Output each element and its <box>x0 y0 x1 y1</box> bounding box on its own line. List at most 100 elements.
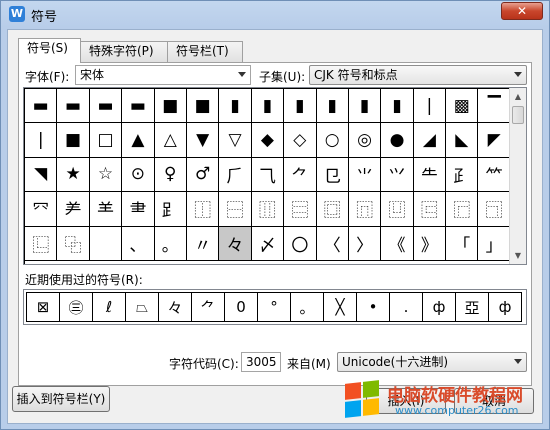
symbol-cell[interactable]: △ <box>154 123 187 158</box>
symbol-cell[interactable]: ◎ <box>348 123 382 158</box>
symbol-cell[interactable]: ⺷ <box>89 192 123 227</box>
symbol-cell[interactable]: ⺶ <box>57 192 90 227</box>
symbol-cell[interactable]: ▬ <box>122 89 155 124</box>
symbol-cell[interactable]: ▮ <box>284 89 317 124</box>
font-select[interactable]: 宋体 <box>75 65 251 85</box>
symbol-cell[interactable]: ⊙ <box>122 157 155 193</box>
symbol-cell[interactable]: ◥ <box>25 157 58 193</box>
symbol-cell[interactable]: ⺧ <box>413 157 447 193</box>
symbol-cell[interactable]: ⺋ <box>316 157 349 193</box>
symbol-cell[interactable]: ⺍ <box>381 157 414 193</box>
symbol-cell[interactable]: 「 <box>446 226 479 261</box>
symbol-cell[interactable]: ◤ <box>478 123 511 158</box>
recent-symbol-cell[interactable]: ⊠ <box>27 293 60 322</box>
symbol-cell[interactable]: ▔ <box>478 89 511 124</box>
symbol-cell[interactable]: ● <box>381 123 414 158</box>
recent-symbol-cell[interactable]: 々 <box>159 293 192 322</box>
recent-symbol-cell[interactable]: ⏢ <box>126 293 159 322</box>
symbol-cell[interactable]: ⺪ <box>446 157 479 193</box>
symbol-cell[interactable]: ⺮ <box>478 157 511 193</box>
symbol-cell[interactable]: ▲ <box>122 123 155 158</box>
symbol-cell[interactable]: ▮ <box>251 89 285 124</box>
symbol-cell[interactable]: 》 <box>413 226 447 261</box>
symbol-cell[interactable]: 〈 <box>316 226 349 261</box>
symbol-cell[interactable]: ⿴ <box>316 192 349 227</box>
symbol-cell[interactable]: 《 <box>381 226 414 261</box>
symbol-cell[interactable]: ▬ <box>89 89 123 124</box>
symbol-cell[interactable]: ▬ <box>25 89 58 124</box>
symbol-cell[interactable]: 〇 <box>284 226 317 261</box>
symbol-cell[interactable]: ⿳ <box>284 192 317 227</box>
symbol-cell[interactable]: ⿵ <box>348 192 382 227</box>
recent-symbol-cell[interactable]: • <box>357 293 390 322</box>
recent-symbol-cell[interactable]: ° <box>258 293 291 322</box>
symbol-cell[interactable]: ⺌ <box>348 157 382 193</box>
symbol-cell[interactable]: ⺻ <box>122 192 155 227</box>
recent-symbol-cell[interactable]: ㊂ <box>60 293 93 322</box>
scroll-down-icon[interactable]: ▼ <box>510 247 526 264</box>
symbol-cell[interactable]: ⿹ <box>478 192 511 227</box>
symbol-cell[interactable]: 〆 <box>251 226 285 261</box>
symbol-cell[interactable]: ⿰ <box>186 192 220 227</box>
symbol-cell[interactable]: ▮ <box>219 89 252 124</box>
symbol-cell[interactable]: ⿸ <box>446 192 479 227</box>
symbol-cell[interactable] <box>89 226 123 261</box>
char-code-input[interactable]: 3005 <box>241 352 281 372</box>
recent-symbol-cell[interactable]: ⺈ <box>192 293 225 322</box>
symbol-cell[interactable]: 。 <box>154 226 187 261</box>
symbol-cell[interactable]: □ <box>89 123 123 158</box>
vertical-scrollbar[interactable]: ▲ ▼ <box>509 88 526 264</box>
recent-symbol-cell[interactable]: ф <box>423 293 456 322</box>
symbol-cell[interactable]: 、 <box>122 226 155 261</box>
symbol-cell[interactable]: | <box>413 89 447 124</box>
symbol-cell[interactable]: ⿲ <box>251 192 285 227</box>
symbol-cell[interactable]: ■ <box>57 123 90 158</box>
insert-to-symbol-bar-button[interactable]: 插入到符号栏(Y) <box>12 386 110 412</box>
symbol-cell[interactable]: 〉 <box>348 226 382 261</box>
symbol-cell[interactable]: ⻊ <box>154 192 187 227</box>
recent-symbol-cell[interactable]: 。 <box>291 293 324 322</box>
symbol-cell[interactable]: ⺄ <box>251 157 285 193</box>
recent-symbol-cell[interactable]: 亞 <box>456 293 489 322</box>
symbol-cell[interactable]: ♀ <box>154 157 187 193</box>
symbol-cell[interactable]: | <box>25 123 58 158</box>
symbol-cell[interactable]: ⿶ <box>381 192 414 227</box>
scroll-thumb[interactable] <box>512 106 524 124</box>
symbol-cell[interactable]: ★ <box>57 157 90 193</box>
symbol-cell[interactable]: ◢ <box>413 123 447 158</box>
tab-special-chars[interactable]: 特殊字符(P) <box>80 41 168 62</box>
recent-symbol-cell[interactable]: ℓ <box>93 293 126 322</box>
symbol-cell[interactable]: ⿷ <box>413 192 447 227</box>
symbol-cell[interactable]: ◆ <box>251 123 285 158</box>
recent-symbol-cell[interactable]: . <box>390 293 423 322</box>
symbol-cell[interactable]: ☆ <box>89 157 123 193</box>
tab-symbol-bar[interactable]: 符号栏(T) <box>167 41 243 62</box>
symbol-cell[interactable]: ▮ <box>381 89 414 124</box>
symbol-cell[interactable]: ◣ <box>446 123 479 158</box>
symbol-cell[interactable]: ♂ <box>186 157 220 193</box>
symbol-cell[interactable]: ⺈ <box>284 157 317 193</box>
symbol-cell[interactable]: ▮ <box>316 89 349 124</box>
symbol-cell[interactable]: ⿻ <box>57 226 90 261</box>
symbol-cell[interactable]: ○ <box>316 123 349 158</box>
symbol-cell[interactable]: 」 <box>478 226 511 261</box>
subset-select[interactable]: CJK 符号和标点 <box>309 65 527 85</box>
symbol-cell[interactable]: ■ <box>154 89 187 124</box>
symbol-cell[interactable]: ⿱ <box>219 192 252 227</box>
scroll-up-icon[interactable]: ▲ <box>510 88 526 105</box>
recent-symbol-cell[interactable]: 0 <box>225 293 258 322</box>
symbol-cell[interactable]: ⺁ <box>219 157 252 193</box>
symbol-cell[interactable]: ◇ <box>284 123 317 158</box>
symbol-cell[interactable]: ⿺ <box>25 226 58 261</box>
recent-symbol-cell[interactable]: ф <box>489 293 522 322</box>
symbol-cell[interactable]: ■ <box>186 89 220 124</box>
symbol-cell[interactable]: 〃 <box>186 226 220 261</box>
close-button[interactable]: ✕ <box>501 2 543 20</box>
from-select[interactable]: Unicode(十六进制) <box>337 352 527 372</box>
symbol-cell[interactable]: ▼ <box>186 123 220 158</box>
symbol-cell[interactable]: ▮ <box>348 89 382 124</box>
symbol-cell[interactable]: 々 <box>219 226 252 261</box>
symbol-cell[interactable]: ▩ <box>446 89 479 124</box>
recent-symbol-cell[interactable]: ╳ <box>324 293 357 322</box>
tab-symbols[interactable]: 符号(S) <box>18 38 81 63</box>
